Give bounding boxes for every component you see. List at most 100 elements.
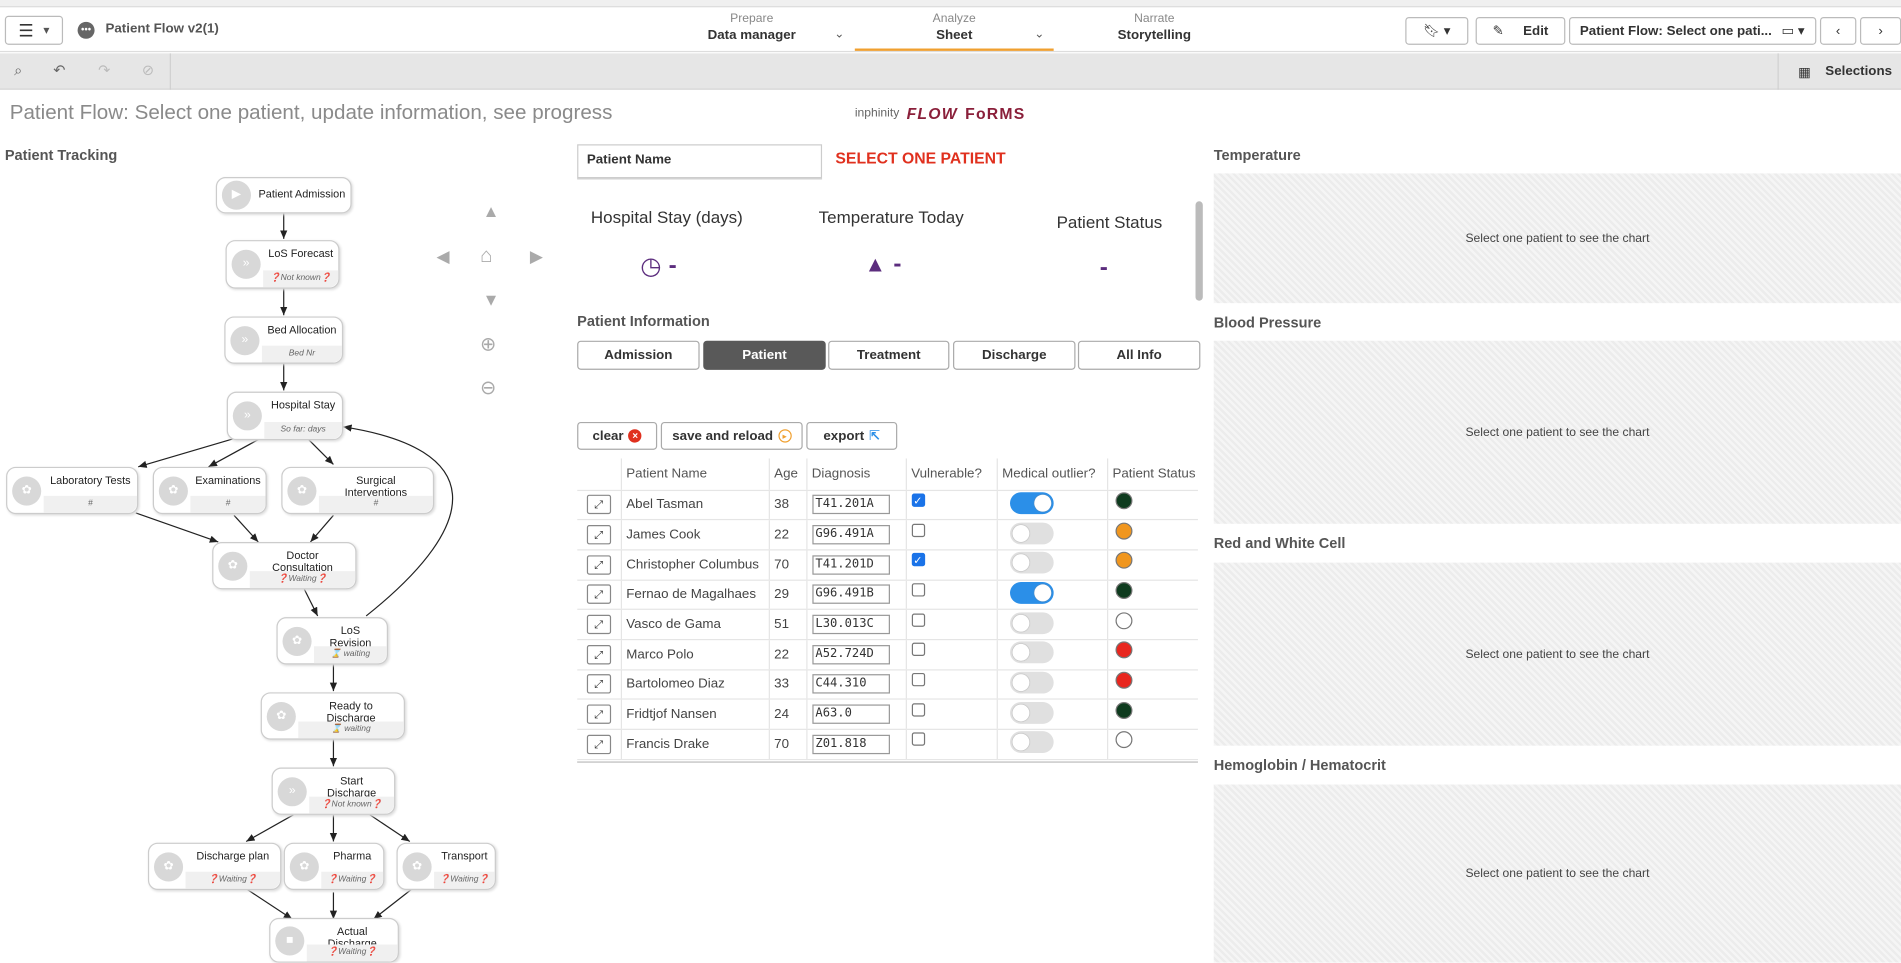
outlier-toggle[interactable] — [1009, 492, 1054, 514]
expand-row-icon[interactable]: ⤢ — [586, 554, 611, 575]
flow-node[interactable]: ✿ Examinations # — [152, 466, 267, 515]
outlier-toggle[interactable] — [1009, 701, 1054, 724]
table-row[interactable]: ⤢ Vasco de Gama 51 L30.013C — [577, 609, 1198, 641]
expand-row-icon[interactable]: ⤢ — [586, 734, 611, 754]
prepare-chevron-icon[interactable]: ⌄ — [834, 28, 844, 41]
table-row[interactable]: ⤢ James Cook 22 G96.491A — [577, 519, 1198, 551]
status-indicator[interactable] — [1114, 731, 1132, 749]
expand-row-icon[interactable]: ⤢ — [586, 704, 611, 725]
vulnerable-checkbox[interactable]: ✓ — [911, 553, 925, 567]
edit-button[interactable]: ✎ Edit — [1475, 16, 1566, 45]
tab-all-info[interactable]: All Info — [1077, 340, 1201, 370]
tab-treatment[interactable]: Treatment — [828, 340, 950, 370]
flow-node[interactable]: ✿ Transport ❓Waiting❓ — [396, 842, 496, 890]
status-indicator[interactable] — [1114, 641, 1132, 659]
vulnerable-checkbox[interactable] — [911, 732, 925, 747]
table-row[interactable]: ⤢ Abel Tasman 38 T41.201A ✓ — [577, 489, 1198, 521]
pan-up-icon[interactable]: ▲ — [483, 201, 500, 220]
table-row[interactable]: ⤢ Marco Polo 22 A52.724D — [577, 639, 1198, 671]
flow-node[interactable]: ✿ Discharge plan ❓Waiting❓ — [147, 842, 282, 890]
expand-row-icon[interactable]: ⤢ — [586, 614, 611, 635]
expand-row-icon[interactable]: ⤢ — [586, 584, 611, 605]
flow-node[interactable]: ✿ Laboratory Tests # — [6, 466, 139, 515]
zoom-out-icon[interactable]: ⊖ — [480, 376, 496, 400]
table-row[interactable]: ⤢ Bartolomeo Diaz 33 C44.310 — [577, 669, 1198, 700]
flow-node[interactable]: » Bed Allocation Bed Nr — [224, 316, 344, 364]
vulnerable-checkbox[interactable] — [911, 583, 925, 597]
status-indicator[interactable] — [1114, 581, 1132, 599]
flow-node[interactable]: » Hospital Stay So far: days — [226, 391, 344, 441]
expand-row-icon[interactable]: ⤢ — [586, 644, 611, 665]
flow-node[interactable]: ✿ Ready to Discharge ⌛ waiting — [260, 692, 405, 740]
expand-row-icon[interactable]: ⤢ — [586, 495, 611, 515]
flow-node[interactable]: ■ Actual Discharge ❓Waiting❓ — [269, 917, 399, 963]
col-patient-name[interactable]: Patient Name — [620, 458, 769, 491]
flow-node[interactable]: » LoS Forecast ❓Not known❓ — [225, 240, 340, 289]
export-button[interactable]: export ⇱ — [806, 421, 898, 450]
outlier-toggle[interactable] — [1009, 671, 1054, 694]
outlier-toggle[interactable] — [1009, 641, 1054, 664]
table-row[interactable]: ⤢ Francis Drake 70 Z01.818 — [577, 729, 1198, 760]
clear-button[interactable]: clear × — [577, 421, 658, 450]
selections-button[interactable]: ▦ Selections — [1777, 53, 1901, 90]
pan-down-icon[interactable]: ▼ — [483, 290, 500, 309]
zoom-in-icon[interactable]: ⊕ — [480, 332, 496, 356]
patient-name-filter[interactable]: Patient Name — [577, 144, 823, 179]
pan-right-icon[interactable]: ▶ — [530, 246, 543, 267]
table-row[interactable]: ⤢ Fridtjof Nansen 24 A63.0 — [577, 699, 1198, 730]
table-row[interactable]: ⤢ Christopher Columbus 70 T41.201D ✓ — [577, 549, 1198, 581]
chart-cells[interactable]: Select one patient to see the chart — [1213, 562, 1901, 746]
home-icon[interactable]: ⌂ — [480, 244, 492, 268]
outlier-toggle[interactable] — [1009, 551, 1054, 574]
pan-left-icon[interactable]: ◀ — [437, 246, 450, 267]
analyze-chevron-icon[interactable]: ⌄ — [1034, 28, 1044, 41]
vulnerable-checkbox[interactable] — [911, 523, 925, 537]
flow-node[interactable]: ✿ Surgical Interventions # — [281, 466, 435, 515]
col-diagnosis[interactable]: Diagnosis — [805, 458, 906, 491]
nav-prepare[interactable]: Prepare Data manager — [703, 12, 800, 42]
vulnerable-checkbox[interactable] — [911, 673, 925, 687]
status-indicator[interactable] — [1114, 522, 1132, 539]
tab-patient[interactable]: Patient — [703, 340, 826, 370]
status-indicator[interactable] — [1114, 701, 1132, 719]
diagnosis-input[interactable]: T41.201A — [811, 495, 890, 515]
tab-discharge[interactable]: Discharge — [953, 340, 1076, 370]
outlier-toggle[interactable] — [1009, 581, 1054, 604]
diagnosis-input[interactable]: C44.310 — [811, 674, 890, 695]
diagnosis-input[interactable]: A52.724D — [811, 644, 890, 665]
outlier-toggle[interactable] — [1009, 522, 1054, 544]
nav-narrate[interactable]: Narrate Storytelling — [1103, 12, 1205, 42]
diagnosis-input[interactable]: A63.0 — [811, 704, 890, 725]
status-indicator[interactable] — [1114, 671, 1132, 689]
tab-admission[interactable]: Admission — [577, 340, 700, 370]
flow-node[interactable]: ✿ Pharma ❓Waiting❓ — [283, 842, 385, 890]
flow-node[interactable]: ▶ Patient Admission — [215, 177, 352, 214]
diagnosis-input[interactable]: L30.013C — [811, 614, 890, 635]
diagnosis-input[interactable]: T41.201D — [811, 554, 890, 575]
col-age[interactable]: Age — [768, 458, 807, 491]
kpi-scrollbar[interactable] — [1195, 201, 1203, 301]
save-reload-button[interactable]: save and reload ▸ — [660, 421, 803, 450]
sheet-selector[interactable]: Patient Flow: Select one pati... ▭ ▾ — [1568, 16, 1817, 45]
outlier-toggle[interactable] — [1009, 731, 1054, 754]
chart-hemoglobin[interactable]: Select one patient to see the chart — [1213, 784, 1901, 963]
status-indicator[interactable] — [1114, 551, 1132, 569]
vulnerable-checkbox[interactable] — [911, 702, 925, 717]
col-status[interactable]: Patient Status — [1106, 458, 1198, 491]
bookmark-button[interactable]: 🔖︎ ▾ — [1405, 16, 1469, 45]
status-indicator[interactable] — [1114, 611, 1132, 629]
chart-blood-pressure[interactable]: Select one patient to see the chart — [1213, 340, 1901, 524]
col-vulnerable[interactable]: Vulnerable? — [905, 458, 997, 491]
diagnosis-input[interactable]: G96.491B — [811, 584, 890, 605]
col-outlier[interactable]: Medical outlier? — [996, 458, 1108, 491]
expand-row-icon[interactable]: ⤢ — [586, 674, 611, 695]
flow-node[interactable]: ✿ LoS Revision ⌛ waiting — [276, 617, 388, 665]
diagnosis-input[interactable]: G96.491A — [811, 525, 890, 545]
diagnosis-input[interactable]: Z01.818 — [811, 734, 890, 754]
vulnerable-checkbox[interactable] — [911, 613, 925, 627]
chart-temperature[interactable]: Select one patient to see the chart — [1213, 173, 1901, 304]
next-sheet-button[interactable]: › — [1859, 16, 1901, 45]
nav-analyze[interactable]: Analyze Sheet — [854, 12, 1054, 51]
expand-row-icon[interactable]: ⤢ — [586, 525, 611, 545]
flow-node[interactable]: ✿ Doctor Consultation ❓Waiting❓ — [212, 541, 357, 590]
